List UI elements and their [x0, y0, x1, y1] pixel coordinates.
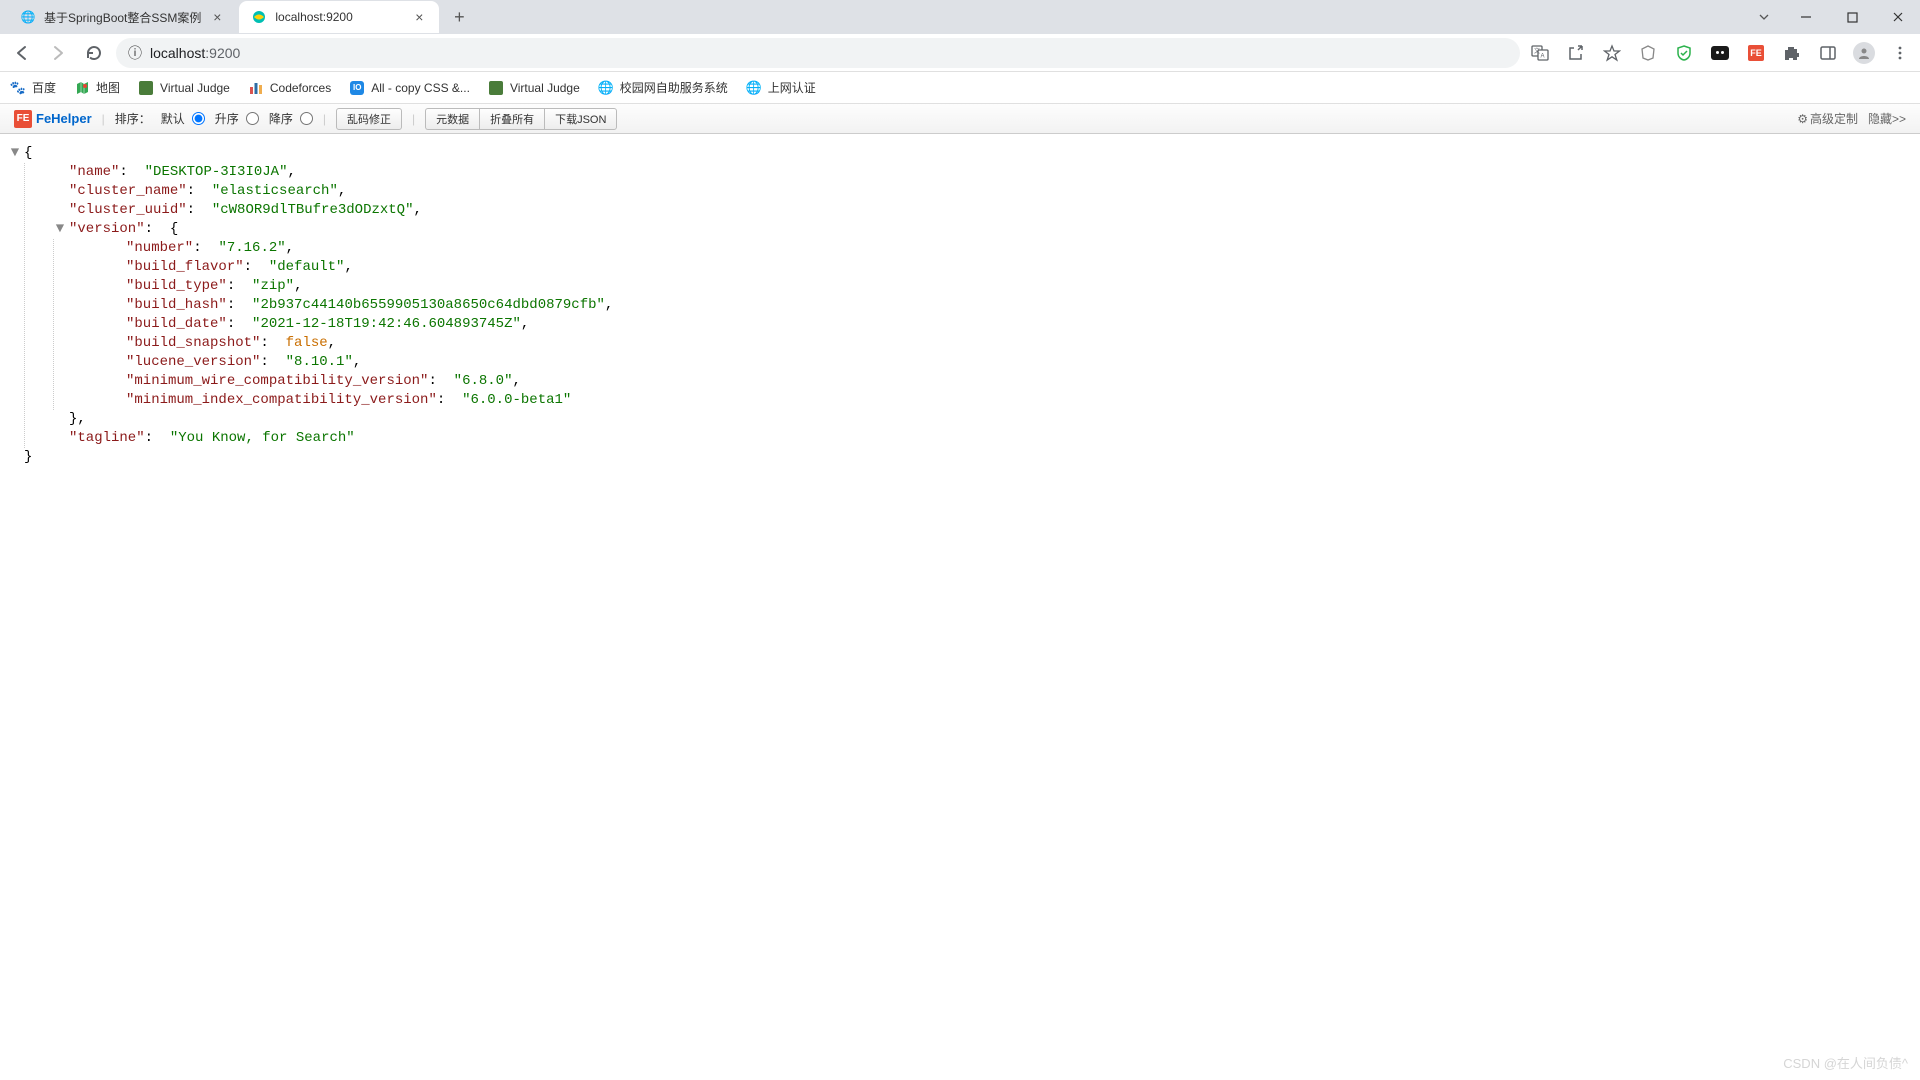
new-tab-button[interactable]: + — [445, 3, 473, 31]
tab-bar: 🌐 基于SpringBoot整合SSM案例 × localhost:9200 ×… — [0, 0, 1920, 34]
baidu-icon: 🐾 — [10, 80, 26, 96]
tab-title: localhost:9200 — [275, 10, 403, 24]
json-kv[interactable]: "build_flavor": "default", — [110, 258, 1920, 277]
json-version-close: }, — [53, 410, 1920, 429]
download-json-button[interactable]: 下载JSON — [544, 108, 617, 130]
divider: | — [102, 112, 105, 126]
browser-tab-active[interactable]: localhost:9200 × — [239, 1, 439, 33]
sort-label: 排序： — [115, 110, 151, 127]
brave-icon[interactable] — [1636, 41, 1660, 65]
bookmark-codeforces[interactable]: Codeforces — [248, 80, 331, 96]
bookmarks-bar: 🐾 百度 地图 Virtual Judge Codeforces IO All … — [0, 72, 1920, 104]
close-icon[interactable]: × — [209, 9, 225, 25]
radio-asc-input[interactable] — [246, 112, 259, 125]
translate-icon[interactable]: 文A — [1528, 41, 1552, 65]
tab-title: 基于SpringBoot整合SSM案例 — [44, 9, 201, 26]
vjudge-icon — [488, 80, 504, 96]
extensions-icon[interactable] — [1780, 41, 1804, 65]
close-icon[interactable]: × — [411, 9, 427, 25]
globe-icon: 🌐 — [20, 9, 36, 25]
json-kv[interactable]: "minimum_index_compatibility_version": "… — [110, 391, 1920, 410]
profile-avatar-icon[interactable] — [1852, 41, 1876, 65]
globe-icon: 🌐 — [598, 80, 614, 96]
bookmark-allcopy[interactable]: IO All - copy CSS &... — [349, 80, 470, 96]
radio-default-input[interactable] — [192, 112, 205, 125]
menu-dots-icon[interactable] — [1888, 41, 1912, 65]
fehelper-badge-icon: FE — [14, 110, 32, 128]
encoding-fix-button[interactable]: 乱码修正 — [336, 108, 402, 130]
address-bar: ⓘ localhost:9200 文A FE — [0, 34, 1920, 72]
site-info-icon[interactable]: ⓘ — [128, 43, 142, 63]
back-button[interactable] — [8, 39, 36, 67]
json-kv[interactable]: "cluster_uuid": "cW8OR9dlTBufre3dODzxtQ"… — [53, 201, 1920, 220]
bookmark-vjudge1[interactable]: Virtual Judge — [138, 80, 230, 96]
url-port: :9200 — [205, 45, 240, 61]
json-kv[interactable]: "tagline": "You Know, for Search" — [53, 429, 1920, 448]
json-kv[interactable]: "name": "DESKTOP-3I3I0JA", — [53, 163, 1920, 182]
gear-icon: ⚙ — [1797, 112, 1808, 126]
elastic-icon — [251, 9, 267, 25]
url-host: localhost — [150, 45, 205, 61]
json-viewer: ▼{ "name": "DESKTOP-3I3I0JA", "cluster_n… — [0, 134, 1920, 467]
bookmark-baidu[interactable]: 🐾 百度 — [10, 79, 56, 96]
extension-dark-icon[interactable] — [1708, 41, 1732, 65]
browser-tab-inactive[interactable]: 🌐 基于SpringBoot整合SSM案例 × — [8, 1, 237, 33]
svg-text:A: A — [1541, 53, 1545, 59]
maximize-icon[interactable] — [1830, 1, 1874, 33]
bookmark-map[interactable]: 地图 — [74, 79, 120, 96]
adguard-icon[interactable] — [1672, 41, 1696, 65]
json-kv[interactable]: "build_hash": "2b937c44140b6559905130a86… — [110, 296, 1920, 315]
codeforces-icon — [248, 80, 264, 96]
fehelper-ext-icon[interactable]: FE — [1744, 41, 1768, 65]
collapse-all-button[interactable]: 折叠所有 — [479, 108, 544, 130]
metadata-button[interactable]: 元数据 — [425, 108, 479, 130]
toolbar-icons: 文A FE — [1528, 41, 1912, 65]
json-kv[interactable]: "number": "7.16.2", — [110, 239, 1920, 258]
share-icon[interactable] — [1564, 41, 1588, 65]
bookmark-star-icon[interactable] — [1600, 41, 1624, 65]
divider: | — [412, 112, 415, 126]
json-kv[interactable]: "minimum_wire_compatibility_version": "6… — [110, 372, 1920, 391]
map-icon — [74, 80, 90, 96]
json-root-open[interactable]: ▼{ — [8, 144, 1920, 163]
reload-button[interactable] — [80, 39, 108, 67]
advanced-settings-link[interactable]: ⚙高级定制 — [1797, 110, 1858, 127]
divider: | — [323, 112, 326, 126]
bookmark-vjudge2[interactable]: Virtual Judge — [488, 80, 580, 96]
radio-asc[interactable]: 升序 — [215, 110, 259, 127]
sidepanel-icon[interactable] — [1816, 41, 1840, 65]
radio-desc[interactable]: 降序 — [269, 110, 313, 127]
forward-button[interactable] — [44, 39, 72, 67]
close-window-icon[interactable] — [1876, 1, 1920, 33]
url-input[interactable]: ⓘ localhost:9200 — [116, 38, 1520, 68]
fehelper-logo[interactable]: FE FeHelper — [14, 110, 92, 128]
json-version-open[interactable]: ▼"version": { — [53, 220, 1920, 239]
svg-text:文: 文 — [1534, 47, 1540, 55]
json-kv[interactable]: "lucene_version": "8.10.1", — [110, 353, 1920, 372]
vjudge-icon — [138, 80, 154, 96]
bookmark-campus[interactable]: 🌐 校园网自助服务系统 — [598, 79, 728, 96]
hide-link[interactable]: 隐藏>> — [1868, 110, 1906, 127]
globe-icon: 🌐 — [746, 80, 762, 96]
window-controls — [1746, 1, 1920, 33]
minimize-icon[interactable] — [1784, 1, 1828, 33]
radio-desc-input[interactable] — [300, 112, 313, 125]
json-kv[interactable]: "cluster_name": "elasticsearch", — [53, 182, 1920, 201]
json-kv[interactable]: "build_type": "zip", — [110, 277, 1920, 296]
json-kv[interactable]: "build_snapshot": false, — [110, 334, 1920, 353]
json-kv[interactable]: "build_date": "2021-12-18T19:42:46.60489… — [110, 315, 1920, 334]
bookmark-auth[interactable]: 🌐 上网认证 — [746, 79, 816, 96]
radio-default[interactable]: 默认 — [161, 110, 205, 127]
allcopy-icon: IO — [349, 80, 365, 96]
json-root-close: } — [8, 448, 1920, 467]
tab-search-icon[interactable] — [1746, 1, 1782, 33]
collapse-toggle-icon[interactable]: ▼ — [53, 220, 67, 239]
collapse-toggle-icon[interactable]: ▼ — [8, 144, 22, 163]
fehelper-toolbar: FE FeHelper | 排序： 默认 升序 降序 | 乱码修正 | 元数据 … — [0, 104, 1920, 134]
watermark: CSDN @在人间负债^ — [1783, 1053, 1908, 1072]
